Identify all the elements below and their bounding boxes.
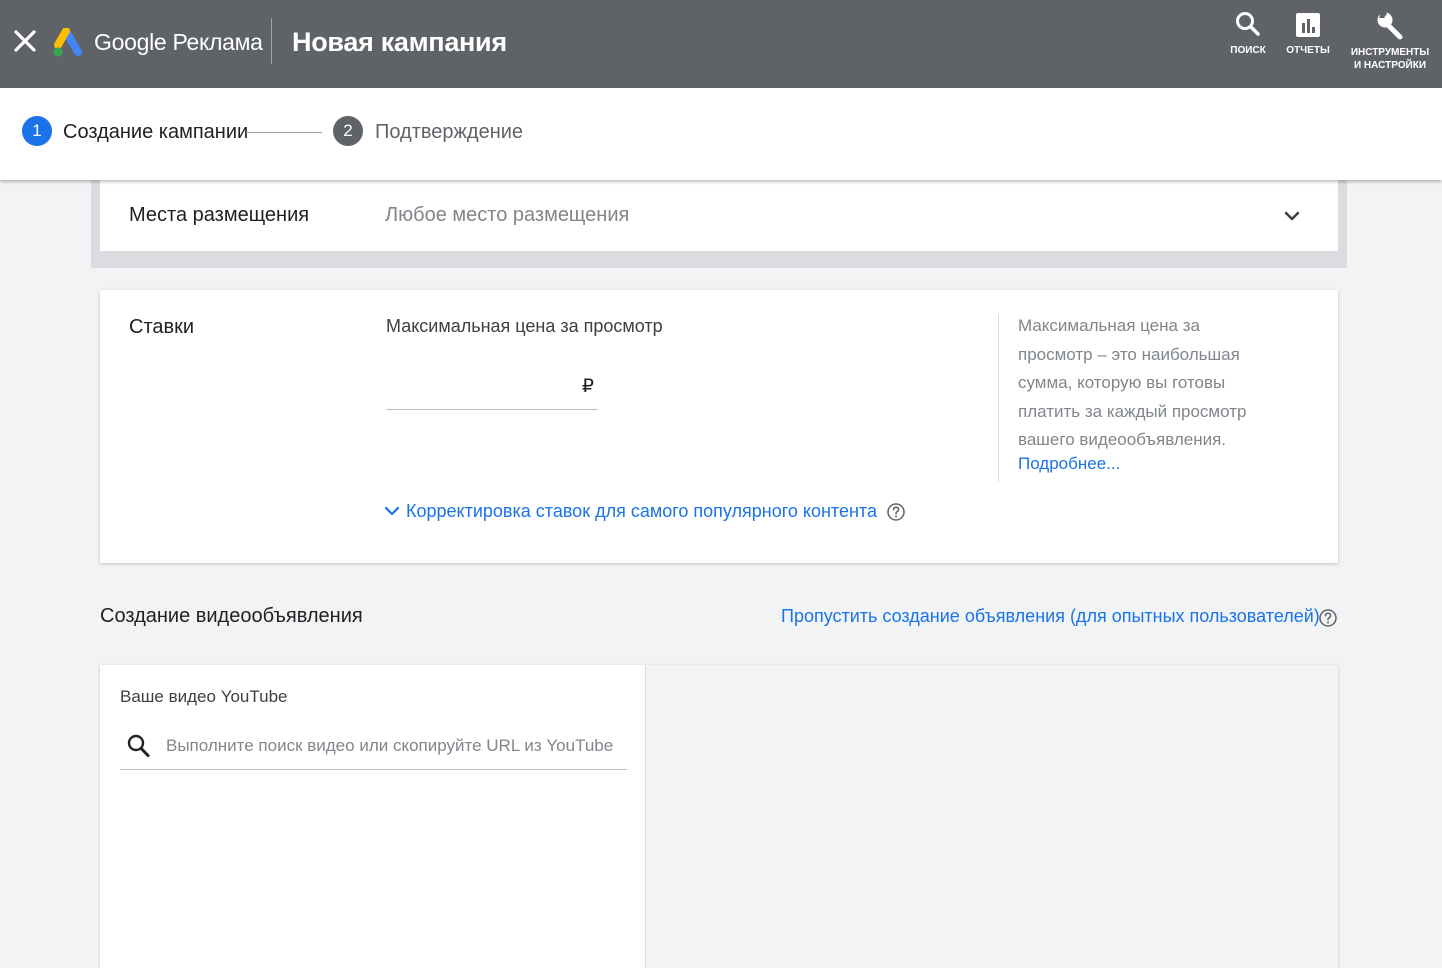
step-2-label[interactable]: Подтверждение xyxy=(375,121,523,144)
youtube-video-label: Ваше видео YouTube xyxy=(120,687,288,706)
placement-label: Места размещения xyxy=(129,204,310,226)
step-1-number: 1 xyxy=(22,116,52,146)
bid-adjustment-link: Корректировка ставок для самого популярн… xyxy=(406,501,877,521)
skip-ad-creation-link[interactable]: Пропустить создание объявления (для опыт… xyxy=(781,606,1320,627)
reports-icon xyxy=(1296,13,1320,37)
youtube-video-section: Ваше видео YouTube xyxy=(100,665,646,968)
youtube-search-field[interactable] xyxy=(120,727,627,770)
close-icon xyxy=(14,30,36,52)
help-divider xyxy=(998,314,999,482)
max-cpv-label: Максимальная цена за просмотр xyxy=(386,316,663,336)
max-cpv-input[interactable]: ₽ xyxy=(386,362,598,410)
search-icon xyxy=(127,734,150,757)
currency-symbol: ₽ xyxy=(581,376,594,397)
chevron-down-icon xyxy=(384,506,400,516)
help-circle-icon[interactable] xyxy=(1318,608,1338,628)
top-app-bar: Google Реклама Новая кампания ПОИСК ОТЧЕ… xyxy=(0,0,1442,88)
step-2-number: 2 xyxy=(333,116,363,146)
tools-settings-label: ИНСТРУМЕНТЫ И НАСТРОЙКИ xyxy=(1350,47,1430,71)
placement-value: Любое место размещения xyxy=(385,204,630,226)
learn-more-link[interactable]: Подробнее... xyxy=(1018,454,1120,474)
search-tool-button[interactable]: ПОИСК xyxy=(1228,10,1268,57)
google-ads-logo xyxy=(52,27,84,58)
product-name: Google Реклама xyxy=(94,29,263,55)
max-cpv-help-text: Максимальная цена за просмотр – это наиб… xyxy=(1018,316,1247,449)
close-button[interactable] xyxy=(10,24,40,58)
search-tool-label: ПОИСК xyxy=(1230,45,1266,56)
reports-tool-button[interactable]: ОТЧЕТЫ xyxy=(1286,10,1330,57)
placement-row[interactable]: Места размещения Любое место размещения xyxy=(100,180,1338,251)
campaign-stepper: 1 Создание кампании 2 Подтверждение xyxy=(0,88,1442,180)
chevron-down-icon[interactable] xyxy=(1282,206,1302,226)
bids-section-label: Ставки xyxy=(129,316,195,338)
header-divider xyxy=(271,18,272,64)
reports-tool-label: ОТЧЕТЫ xyxy=(1286,45,1330,56)
youtube-search-input[interactable] xyxy=(166,733,616,759)
help-circle-icon[interactable] xyxy=(886,502,906,522)
bids-card: Ставки Максимальная цена за просмотр ₽ М… xyxy=(100,290,1338,563)
wrench-icon xyxy=(1377,10,1403,40)
video-ad-panel: Ваше видео YouTube xyxy=(100,665,1338,968)
video-ad-heading: Создание видеообъявления xyxy=(100,605,363,627)
page-title: Новая кампания xyxy=(292,27,507,57)
stepper-connector xyxy=(246,132,322,133)
search-icon xyxy=(1236,12,1260,36)
tools-settings-button[interactable]: ИНСТРУМЕНТЫ И НАСТРОЙКИ xyxy=(1348,10,1432,72)
video-preview-area xyxy=(647,665,1338,968)
step-1-label[interactable]: Создание кампании xyxy=(63,121,248,144)
